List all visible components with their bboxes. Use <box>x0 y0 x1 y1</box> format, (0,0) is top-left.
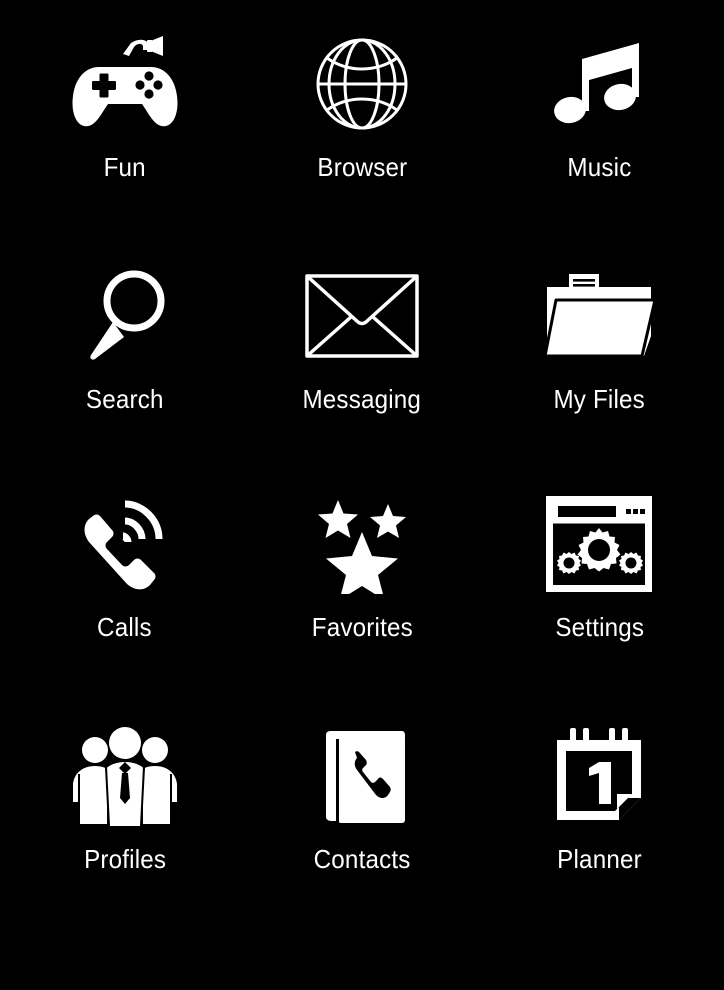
app-tile-music[interactable]: Music <box>481 10 718 242</box>
app-label-messaging: Messaging <box>302 384 422 414</box>
app-label-calls: Calls <box>97 612 153 642</box>
app-tile-contacts[interactable]: Contacts <box>243 702 480 920</box>
phone-ringing-icon <box>62 488 188 600</box>
globe-icon <box>299 28 425 140</box>
app-tile-settings[interactable]: Settings <box>481 470 718 702</box>
people-group-icon <box>62 720 188 832</box>
app-label-planner: Planner <box>556 844 642 874</box>
app-icon-grid: Fun Browser Music Search Messaging My Fi… <box>0 0 724 980</box>
phone-book-icon <box>299 720 425 832</box>
app-tile-fun[interactable]: Fun <box>6 10 243 242</box>
app-label-settings: Settings <box>554 612 644 642</box>
music-note-icon <box>536 28 662 140</box>
app-tile-messaging[interactable]: Messaging <box>243 242 480 470</box>
app-tile-favorites[interactable]: Favorites <box>243 470 480 702</box>
app-label-my-files: My Files <box>553 384 646 414</box>
app-tile-calls[interactable]: Calls <box>6 470 243 702</box>
app-label-fun: Fun <box>103 152 146 182</box>
folder-icon <box>536 260 662 372</box>
gamepad-icon <box>62 28 188 140</box>
app-tile-my-files[interactable]: My Files <box>481 242 718 470</box>
app-label-profiles: Profiles <box>83 844 166 874</box>
app-tile-profiles[interactable]: Profiles <box>6 702 243 920</box>
envelope-icon <box>299 260 425 372</box>
app-label-favorites: Favorites <box>311 612 413 642</box>
magnifier-icon <box>62 260 188 372</box>
app-label-browser: Browser <box>316 152 407 182</box>
stars-icon <box>299 488 425 600</box>
window-gears-icon <box>536 488 662 600</box>
app-label-music: Music <box>567 152 632 182</box>
app-label-contacts: Contacts <box>313 844 411 874</box>
app-tile-planner[interactable]: Planner <box>481 702 718 920</box>
calendar-one-icon <box>536 720 662 832</box>
app-label-search: Search <box>85 384 164 414</box>
app-tile-search[interactable]: Search <box>6 242 243 470</box>
app-tile-browser[interactable]: Browser <box>243 10 480 242</box>
